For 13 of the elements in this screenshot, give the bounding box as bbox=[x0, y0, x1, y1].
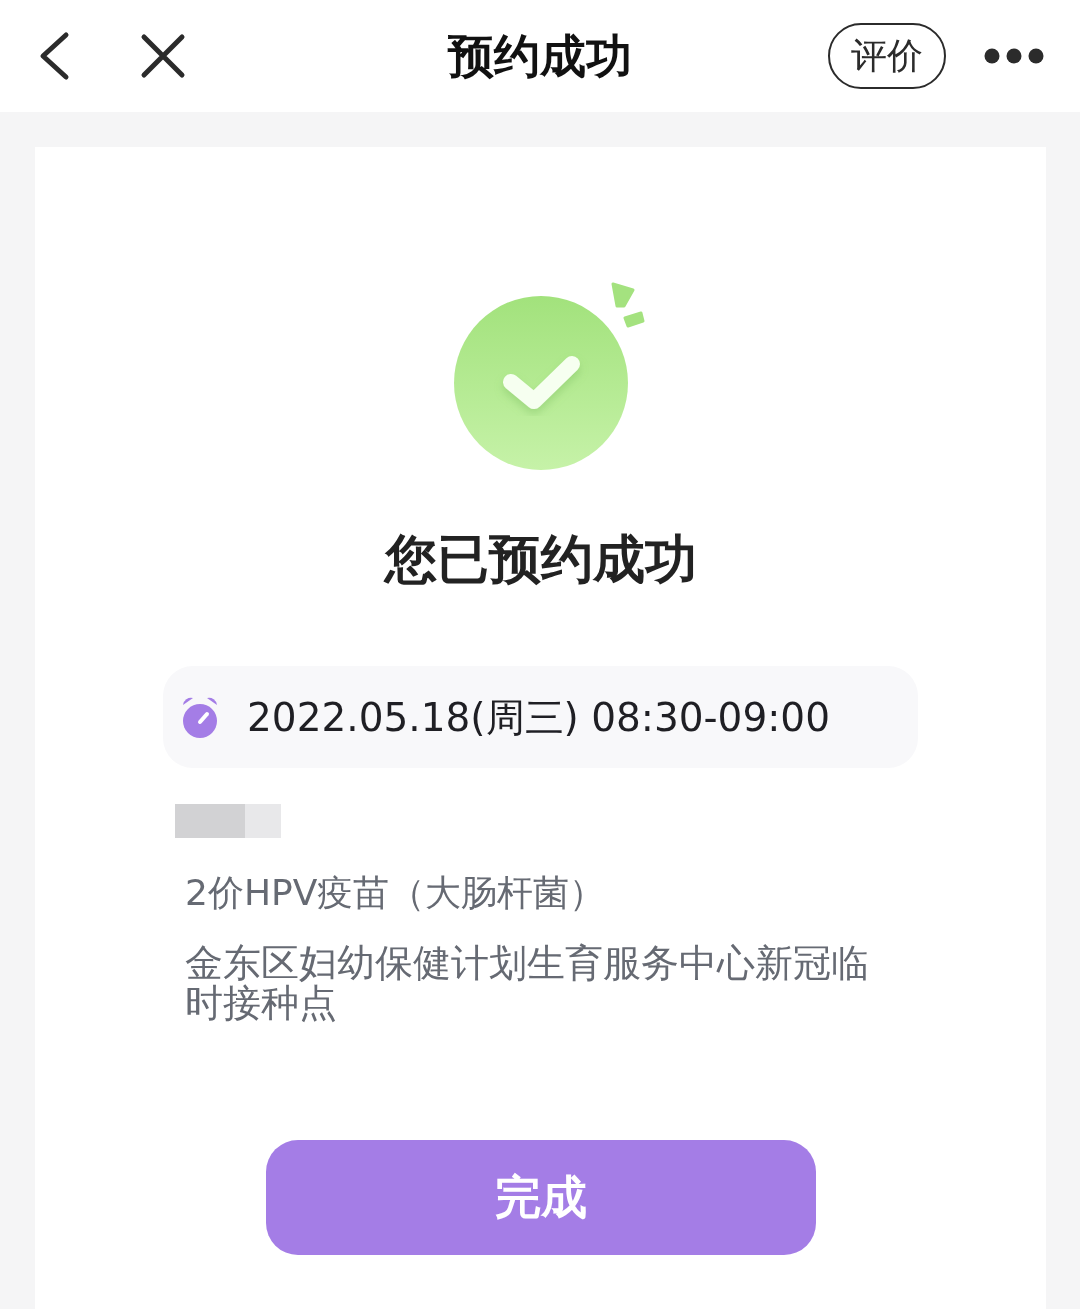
back-button[interactable] bbox=[38, 31, 70, 81]
page-title: 预约成功 bbox=[448, 28, 632, 84]
appointment-time: 2022.05.18(周三) 08:30-09:00 bbox=[247, 697, 830, 737]
vaccine-name: 2价HPV疫苗（大肠杆菌） bbox=[185, 871, 606, 915]
alarm-clock-icon bbox=[180, 695, 220, 739]
back-icon bbox=[38, 31, 70, 81]
more-button[interactable] bbox=[984, 48, 1044, 64]
close-button[interactable] bbox=[140, 33, 186, 79]
close-icon bbox=[140, 33, 186, 79]
rate-button[interactable]: 评价 bbox=[828, 23, 946, 89]
more-icon bbox=[984, 48, 1044, 64]
success-heading: 您已预约成功 bbox=[384, 528, 697, 590]
vaccination-site: 金东区妇幼保健计划生育服务中心新冠临时接种点 bbox=[185, 943, 870, 1023]
